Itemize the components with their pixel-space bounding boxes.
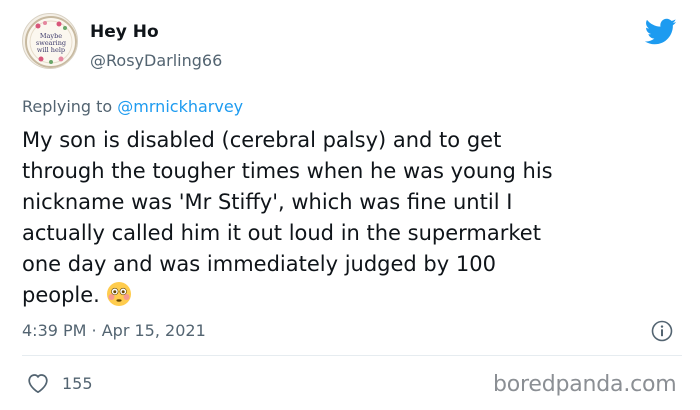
tweet-text-block: My son is disabled (cerebral palsy) and … — [22, 125, 682, 311]
replying-to-line: Replying to @mrnickharvey — [22, 97, 243, 116]
flushed-face-emoji — [106, 282, 131, 306]
author-handle[interactable]: @RosyDarling66 — [90, 51, 222, 70]
tweet-text: My son is disabled (cerebral palsy) and … — [22, 128, 553, 307]
watermark: boredpanda.com — [493, 372, 677, 397]
svg-text:will help: will help — [37, 46, 65, 54]
avatar[interactable]: Maybe swearing will help — [22, 13, 78, 69]
replying-to-label: Replying to — [22, 97, 118, 116]
tweet-card: Maybe swearing will help Hey Ho @RosyDar… — [0, 0, 700, 410]
divider — [22, 355, 682, 356]
info-icon[interactable] — [651, 320, 673, 342]
like-count: 155 — [62, 374, 93, 393]
twitter-bird-icon[interactable] — [645, 18, 677, 46]
heart-icon[interactable] — [26, 372, 50, 394]
embroidery-hoop-avatar: Maybe swearing will help — [25, 16, 77, 68]
tweet-timestamp[interactable]: 4:39 PM · Apr 15, 2021 — [22, 321, 206, 340]
reply-mention-link[interactable]: @mrnickharvey — [117, 97, 243, 116]
author-display-name[interactable]: Hey Ho — [90, 22, 159, 42]
